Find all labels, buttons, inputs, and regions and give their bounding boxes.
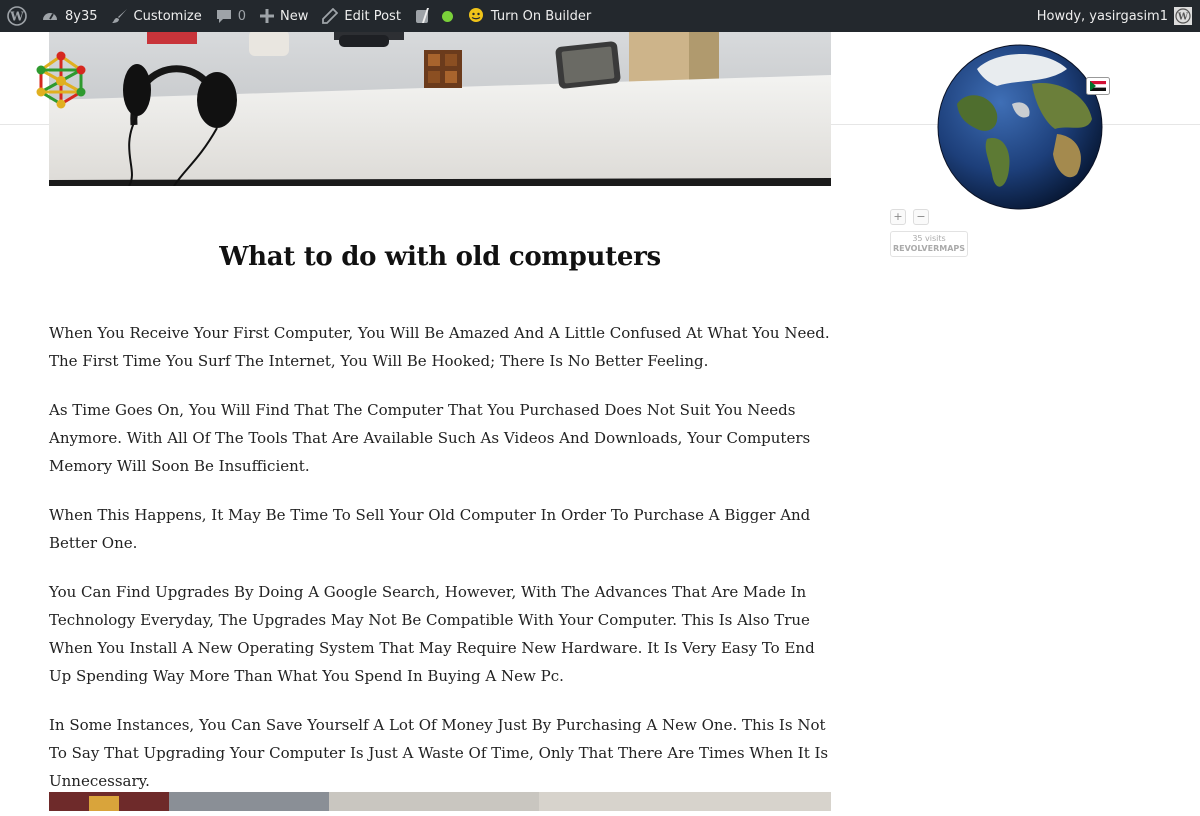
new-content-menu[interactable]: New: [253, 0, 315, 32]
featured-image: [49, 30, 831, 186]
builder-label: Turn On Builder: [490, 8, 592, 24]
seo-menu[interactable]: [408, 0, 460, 32]
globe-icon: [937, 44, 1103, 210]
edit-post-link[interactable]: Edit Post: [315, 0, 408, 32]
svg-text:W: W: [9, 10, 24, 24]
post-paragraph: In Some Instances, You Can Save Yourself…: [49, 716, 829, 790]
admin-bar: W 8y35 Customize 0 New Edit Post Turn On…: [0, 0, 1200, 32]
wordpress-icon: W: [7, 6, 27, 26]
site-name-menu[interactable]: 8y35: [34, 0, 105, 32]
comment-icon: [216, 10, 231, 23]
status-dot-icon: [441, 10, 453, 22]
post-title: What to do with old computers: [219, 242, 661, 272]
pencil-icon: [322, 8, 339, 24]
visits-count: 35 visits: [912, 234, 946, 243]
user-menu[interactable]: Howdy, yasirgasim1 W: [1030, 0, 1200, 32]
post-paragraph: You Can Find Upgrades By Doing A Google …: [49, 583, 815, 685]
builder-toggle[interactable]: Turn On Builder: [460, 0, 598, 32]
new-label: New: [280, 8, 309, 24]
post-paragraph: When You Receive Your First Computer, Yo…: [49, 324, 830, 370]
dashboard-icon: [43, 13, 57, 20]
customize-label: Customize: [133, 8, 202, 24]
zoom-out-button[interactable]: −: [913, 209, 929, 225]
revolvermaps-globe[interactable]: [937, 44, 1103, 210]
comments-count: 0: [237, 8, 247, 24]
builder-icon: [468, 8, 483, 22]
customize-link[interactable]: Customize: [105, 0, 209, 32]
yoast-icon: [415, 8, 429, 23]
wordpress-menu[interactable]: W: [0, 0, 34, 32]
zoom-in-button[interactable]: +: [890, 209, 906, 225]
post-paragraph: As Time Goes On, You Will Find That The …: [49, 401, 811, 475]
site-logo[interactable]: [33, 50, 89, 110]
visits-counter[interactable]: 35 visits REVOLVERMAPS: [890, 231, 968, 257]
plus-icon: [260, 9, 275, 23]
site-name-label: 8y35: [65, 8, 98, 24]
network-logo-icon: [36, 51, 86, 109]
post-inline-image: [49, 792, 831, 811]
svg-text:W: W: [1177, 13, 1189, 23]
post-paragraph: When This Happens, It May Be Time To Sel…: [49, 506, 811, 552]
comments-link[interactable]: 0: [209, 0, 253, 32]
avatar-icon: W: [1174, 7, 1192, 25]
edit-post-label: Edit Post: [344, 8, 401, 24]
flag-icon: [1086, 77, 1110, 95]
brush-icon: [111, 9, 127, 23]
post-content: When You Receive Your First Computer, Yo…: [49, 319, 839, 816]
howdy-label: Howdy, yasirgasim1: [1036, 8, 1168, 24]
revolvermaps-brand: REVOLVERMAPS: [892, 244, 966, 253]
visitor-flag-marker[interactable]: [1086, 77, 1110, 97]
